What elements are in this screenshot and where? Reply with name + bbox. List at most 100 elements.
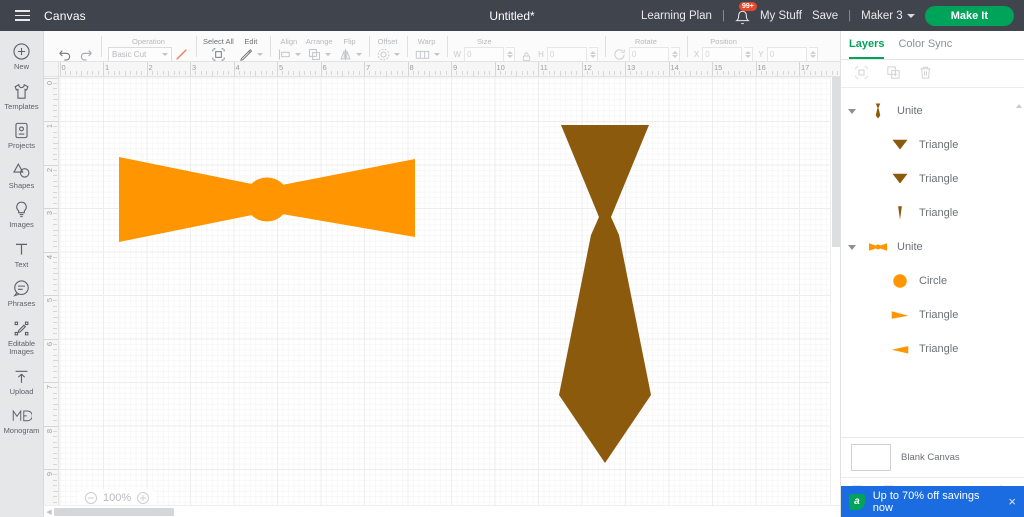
scrollbar-thumb[interactable] — [832, 77, 840, 247]
ruler-minor-tick — [53, 273, 58, 275]
position-y-stepper[interactable] — [808, 46, 818, 61]
layer-row-triangle-4[interactable]: Triangle — [841, 298, 1024, 332]
canvas-label[interactable]: Canvas — [44, 9, 86, 23]
rotate-stepper[interactable] — [670, 46, 680, 61]
zoom-out-button[interactable] — [85, 492, 97, 504]
hamburger-icon[interactable] — [0, 10, 44, 21]
group-select-button[interactable] — [854, 65, 869, 83]
canvas-color-swatch[interactable] — [851, 444, 891, 471]
tab-color-sync[interactable]: Color Sync — [898, 31, 952, 59]
operation-select[interactable]: Basic Cut — [108, 46, 172, 61]
layer-row-unite-bowtie[interactable]: Unite — [841, 230, 1024, 264]
ruler-minor-tick — [53, 333, 57, 335]
expand-toggle[interactable] — [841, 244, 863, 250]
sidebar-item-upload[interactable]: Upload — [0, 362, 44, 401]
size-w-stepper[interactable] — [506, 46, 516, 61]
aspect-lock-button[interactable] — [520, 33, 533, 62]
ruler-minor-tick — [374, 71, 376, 75]
ruler-minor-tick — [53, 311, 57, 313]
right-panel: Layers Color Sync Unite Triangle Triangl… — [840, 31, 1024, 517]
canvas-background-row[interactable]: Blank Canvas — [841, 437, 1024, 477]
sidebar-item-new[interactable]: New — [0, 37, 44, 76]
layer-row-triangle-3[interactable]: Triangle — [841, 196, 1024, 230]
layer-row-triangle-2[interactable]: Triangle — [841, 162, 1024, 196]
layers-list[interactable]: Unite Triangle Triangle Triangle Unite C… — [841, 88, 1024, 437]
ruler-minor-tick — [53, 409, 57, 411]
sidebar-item-text[interactable]: Text — [0, 235, 44, 274]
layer-row-unite-tie[interactable]: Unite — [841, 94, 1024, 128]
machine-selector[interactable]: Maker 3 — [861, 10, 915, 22]
ruler-minor-tick — [429, 71, 431, 76]
size-h-stepper[interactable] — [588, 46, 598, 61]
ruler-minor-tick — [614, 71, 616, 75]
size-w-input[interactable]: 0 — [464, 46, 505, 61]
ruler-minor-tick — [53, 452, 57, 454]
layer-row-triangle-5[interactable]: Triangle — [841, 332, 1024, 366]
top-bar: Canvas Untitled* Learning Plan | 99+ My … — [0, 0, 1024, 31]
delete-button[interactable] — [918, 65, 933, 83]
ruler-minor-tick — [53, 82, 57, 84]
canvas-shape-bowtie[interactable] — [117, 157, 417, 242]
notifications-button[interactable]: 99+ — [735, 1, 757, 25]
scroll-up-arrow-icon[interactable] — [1016, 92, 1022, 108]
ruler-minor-tick — [717, 71, 719, 75]
ruler-minor-tick — [391, 71, 393, 75]
ruler-minor-tick — [168, 71, 170, 76]
position-x-stepper[interactable] — [744, 46, 754, 61]
layers-scrollbar[interactable] — [1016, 92, 1022, 433]
ruler-minor-tick — [826, 71, 828, 75]
sidebar-item-images[interactable]: Images — [0, 195, 44, 234]
position-y-input[interactable]: 0 — [766, 46, 807, 61]
save-button[interactable]: Save — [812, 10, 838, 22]
ruler-corner — [44, 62, 59, 77]
offset-button[interactable]: Offset — [376, 33, 400, 62]
canvas-horizontal-scrollbar[interactable]: ◀ — [44, 505, 840, 517]
learning-plan-link[interactable]: Learning Plan — [641, 10, 712, 22]
ruler-major-tick — [44, 121, 58, 122]
rotate-input[interactable]: 0 — [628, 46, 669, 61]
layer-row-circle[interactable]: Circle — [841, 264, 1024, 298]
align-button[interactable]: Align — [277, 33, 301, 62]
make-it-button[interactable]: Make It — [924, 5, 1014, 26]
ruler-minor-tick — [53, 104, 57, 106]
sidebar-item-shapes[interactable]: Shapes — [0, 156, 44, 195]
select-all-button[interactable]: Select All — [203, 33, 234, 62]
layer-row-triangle-1[interactable]: Triangle — [841, 128, 1024, 162]
ruler-minor-tick — [124, 71, 126, 76]
arrange-button[interactable]: Arrange — [306, 33, 333, 62]
sidebar-item-monogram[interactable]: Monogram — [0, 401, 44, 440]
canvas-vertical-scrollbar[interactable] — [830, 77, 840, 505]
sidebar-item-projects[interactable]: Projects — [0, 116, 44, 155]
ruler-minor-tick — [532, 71, 534, 75]
tie-icon — [863, 102, 893, 120]
expand-toggle[interactable] — [841, 108, 863, 114]
close-icon[interactable]: × — [1008, 494, 1016, 509]
ruler-minor-tick — [53, 479, 57, 481]
size-h-input[interactable]: 0 — [546, 46, 587, 61]
position-x-input[interactable]: 0 — [702, 46, 743, 61]
undo-button[interactable] — [57, 33, 73, 62]
sidebar-item-editable-images[interactable]: Editable Images — [0, 314, 44, 361]
warp-button[interactable]: Warp — [414, 33, 440, 62]
canvas-shape-necktie[interactable] — [559, 125, 651, 463]
tab-layers[interactable]: Layers — [849, 31, 885, 59]
flip-button[interactable]: Flip — [338, 33, 362, 62]
canvas-grid-area[interactable]: 100% — [59, 77, 840, 517]
redo-button[interactable] — [78, 33, 94, 62]
edit-button[interactable]: Edit — [239, 33, 263, 62]
sidebar-item-templates[interactable]: Templates — [0, 77, 44, 116]
sidebar-item-phrases[interactable]: Phrases — [0, 274, 44, 313]
layer-name: Triangle — [919, 343, 959, 355]
ruler-minor-tick — [184, 71, 186, 75]
horizontal-ruler: 0 1 2 3 4 5 6 7 8 9 10 11 12 13 14 15 16 17 — [59, 62, 840, 77]
scroll-left-arrow-icon[interactable]: ◀ — [44, 508, 54, 516]
ruler-minor-tick — [597, 71, 599, 75]
editable-images-icon — [14, 321, 29, 335]
operation-color-swatch[interactable] — [174, 47, 189, 62]
ruler-minor-tick — [347, 71, 349, 75]
scrollbar-thumb[interactable] — [54, 507, 174, 516]
zoom-in-button[interactable] — [137, 492, 150, 504]
my-stuff-link[interactable]: My Stuff — [760, 10, 802, 22]
ruler-minor-tick — [586, 71, 588, 75]
duplicate-button[interactable] — [886, 65, 901, 83]
